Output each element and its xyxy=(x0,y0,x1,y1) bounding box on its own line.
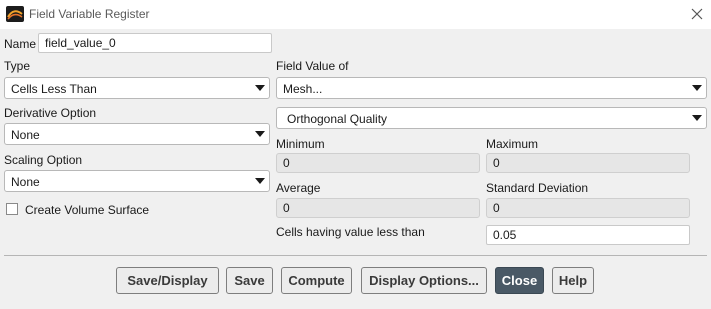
name-input[interactable]: field_value_0 xyxy=(38,33,272,53)
field-category-dropdown[interactable]: Mesh... xyxy=(276,77,707,99)
average-field: 0 xyxy=(276,198,480,218)
field-quantity-value: Orthogonal Quality xyxy=(287,112,388,126)
field-category-value: Mesh... xyxy=(283,82,323,96)
threshold-label: Cells having value less than xyxy=(276,225,425,239)
scaling-option-value: None xyxy=(11,175,40,189)
fluent-app-icon xyxy=(6,6,24,22)
minimum-label: Minimum xyxy=(276,137,325,151)
scaling-option-label: Scaling Option xyxy=(4,153,83,167)
create-volume-surface-checkbox[interactable] xyxy=(6,203,18,215)
derivative-option-value: None xyxy=(11,128,40,142)
field-value-of-label: Field Value of xyxy=(276,59,349,73)
type-value: Cells Less Than xyxy=(11,82,97,96)
caret-down-icon xyxy=(255,178,265,184)
scaling-option-dropdown[interactable]: None xyxy=(4,170,270,192)
type-dropdown[interactable]: Cells Less Than xyxy=(4,77,270,99)
standard-deviation-field: 0 xyxy=(486,198,690,218)
close-icon[interactable] xyxy=(689,6,705,22)
save-display-button[interactable]: Save/Display xyxy=(116,267,219,294)
create-volume-surface-label: Create Volume Surface xyxy=(25,203,150,217)
separator xyxy=(4,255,707,256)
caret-down-icon xyxy=(255,131,265,137)
caret-down-icon xyxy=(692,115,702,121)
maximum-label: Maximum xyxy=(486,137,539,151)
display-options-button[interactable]: Display Options... xyxy=(361,267,487,294)
save-button[interactable]: Save xyxy=(226,267,273,294)
derivative-option-label: Derivative Option xyxy=(4,106,97,120)
caret-down-icon xyxy=(692,85,702,91)
maximum-field: 0 xyxy=(486,153,690,173)
derivative-option-dropdown[interactable]: None xyxy=(4,123,270,145)
compute-button[interactable]: Compute xyxy=(281,267,352,294)
help-button[interactable]: Help xyxy=(552,267,594,294)
type-label: Type xyxy=(4,59,31,73)
close-button[interactable]: Close xyxy=(495,267,544,294)
field-quantity-dropdown[interactable]: Orthogonal Quality xyxy=(276,107,707,129)
threshold-input[interactable]: 0.05 xyxy=(486,225,690,245)
average-label: Average xyxy=(276,181,321,195)
minimum-field: 0 xyxy=(276,153,480,173)
name-label: Name xyxy=(4,37,37,51)
standard-deviation-label: Standard Deviation xyxy=(486,181,589,195)
window-title: Field Variable Register xyxy=(29,7,150,21)
title-bar: Field Variable Register xyxy=(0,0,711,29)
caret-down-icon xyxy=(255,85,265,91)
